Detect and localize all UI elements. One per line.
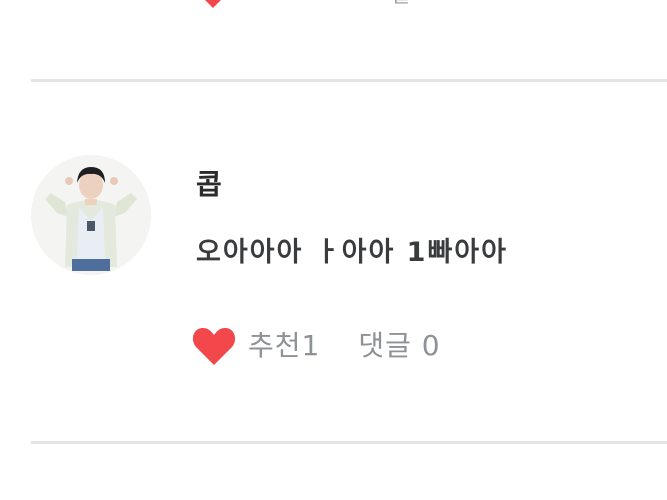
post-divider bbox=[31, 441, 667, 444]
username[interactable]: 콥 bbox=[196, 165, 223, 205]
feed: 글 콥 오 bbox=[0, 0, 667, 500]
post-actions: 추천1 댓글 0 bbox=[192, 322, 441, 370]
post-item[interactable]: 콥 오아아아 ㅏ아아 1빠아아 추천1 댓글 0 bbox=[0, 82, 667, 441]
post-content: 오아아아 ㅏ아아 1빠아아 bbox=[196, 237, 508, 268]
heart-icon[interactable] bbox=[198, 0, 228, 8]
avatar-photo bbox=[31, 155, 151, 275]
comment-label-previous[interactable]: 글 bbox=[392, 0, 410, 5]
like-count[interactable]: 추천1 bbox=[248, 326, 320, 366]
avatar[interactable] bbox=[31, 155, 151, 275]
comment-count[interactable]: 댓글 0 bbox=[358, 326, 440, 366]
heart-icon[interactable] bbox=[192, 325, 236, 367]
